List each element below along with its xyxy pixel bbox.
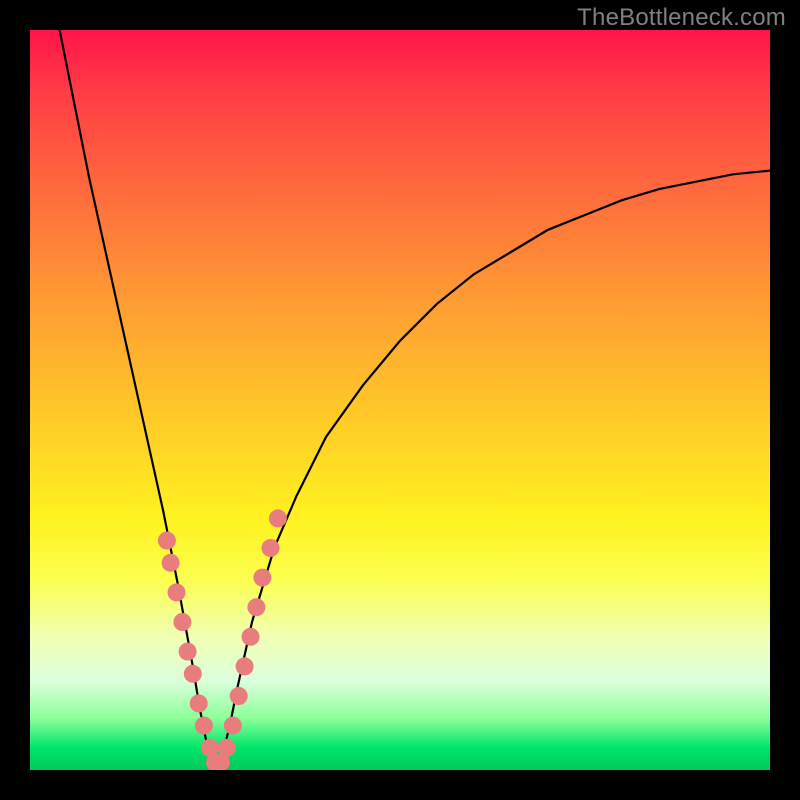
sample-dot bbox=[190, 694, 208, 712]
plot-area bbox=[30, 30, 770, 770]
sample-dot bbox=[242, 628, 260, 646]
sample-dot bbox=[173, 613, 191, 631]
sample-dot bbox=[179, 643, 197, 661]
sample-dot bbox=[262, 539, 280, 557]
sample-dot bbox=[184, 665, 202, 683]
sample-dot bbox=[168, 583, 186, 601]
sample-dot bbox=[158, 532, 176, 550]
sample-dot bbox=[224, 717, 242, 735]
sample-dot bbox=[253, 569, 271, 587]
sample-dot bbox=[218, 739, 236, 757]
sample-dot bbox=[247, 598, 265, 616]
sample-dot bbox=[236, 657, 254, 675]
chart-frame: TheBottleneck.com bbox=[0, 0, 800, 800]
sample-dot bbox=[269, 509, 287, 527]
sample-dots-layer bbox=[30, 30, 770, 770]
watermark-text: TheBottleneck.com bbox=[577, 4, 786, 32]
sample-dot bbox=[230, 687, 248, 705]
sample-dot bbox=[162, 554, 180, 572]
sample-dot bbox=[195, 717, 213, 735]
